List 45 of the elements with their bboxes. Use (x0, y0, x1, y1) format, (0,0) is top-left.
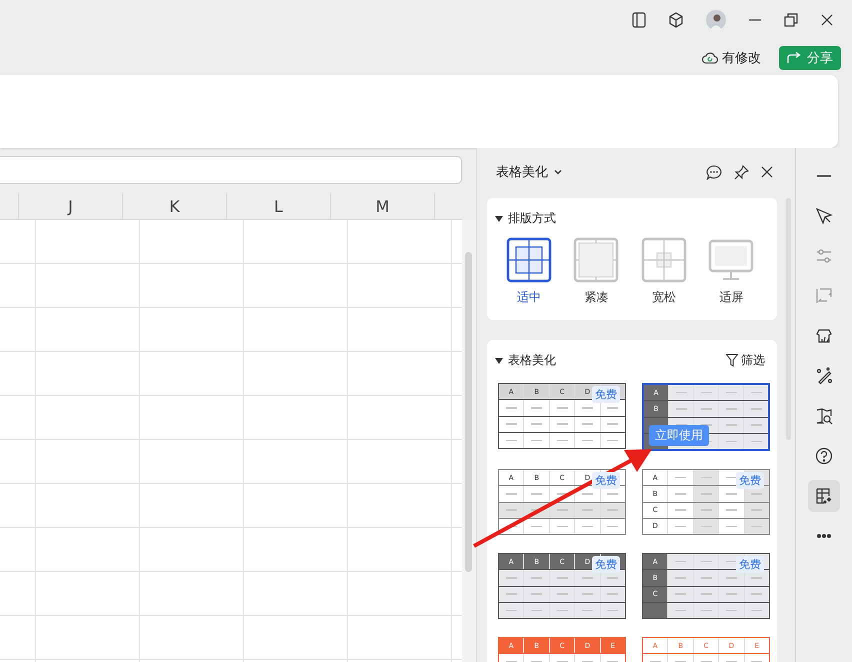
section-title: 排版方式 (508, 210, 556, 227)
column-header[interactable]: J (18, 193, 122, 219)
header-cell (643, 602, 668, 618)
wand-icon (815, 367, 833, 385)
collapse-triangle-icon[interactable] (495, 358, 503, 364)
caret-icon[interactable] (554, 169, 562, 175)
comment-icon[interactable] (706, 164, 722, 180)
free-badge: 免费 (592, 386, 620, 403)
more-icon (817, 534, 831, 538)
table-icon (815, 487, 833, 505)
tablet-icon[interactable] (632, 12, 646, 28)
layout-option[interactable]: 紧凑 (566, 237, 626, 306)
collapse-triangle-icon[interactable] (495, 216, 503, 222)
toolbar-button[interactable] (808, 480, 840, 512)
layout-option[interactable]: 适屏 (701, 237, 762, 306)
column-header[interactable]: M (330, 193, 434, 219)
minus-icon (817, 175, 831, 177)
filter-icon (726, 354, 738, 367)
vertical-scrollbar[interactable] (462, 220, 476, 662)
help-icon (815, 447, 833, 465)
shirt-icon (815, 327, 833, 345)
cube-icon[interactable] (668, 12, 684, 28)
pin-icon[interactable] (734, 164, 749, 180)
free-badge: 免费 (736, 556, 764, 573)
share-icon (787, 52, 803, 64)
filter-button[interactable]: 筛选 (726, 352, 765, 369)
layout-option[interactable]: 适中 (498, 237, 559, 306)
map-search-icon (815, 407, 833, 425)
column-header[interactable]: K (122, 193, 226, 219)
close-icon[interactable] (820, 13, 834, 27)
crop-icon (815, 287, 833, 305)
restore-icon[interactable] (784, 13, 798, 27)
save-status: 有修改 (722, 50, 761, 66)
free-badge: 免费 (592, 472, 620, 489)
column-header[interactable]: L (226, 193, 330, 219)
panel-title[interactable]: 表格美化 (496, 163, 548, 181)
close-icon[interactable] (761, 166, 773, 178)
sliders-icon (815, 247, 833, 265)
free-badge: 免费 (592, 556, 620, 573)
cloud-sync-icon (702, 50, 718, 64)
section-title: 表格美化 (508, 352, 556, 369)
free-badge: 免费 (736, 472, 764, 489)
layout-option[interactable]: 宽松 (634, 237, 694, 306)
cursor-icon (815, 207, 833, 225)
share-button[interactable]: 分享 (779, 46, 841, 70)
